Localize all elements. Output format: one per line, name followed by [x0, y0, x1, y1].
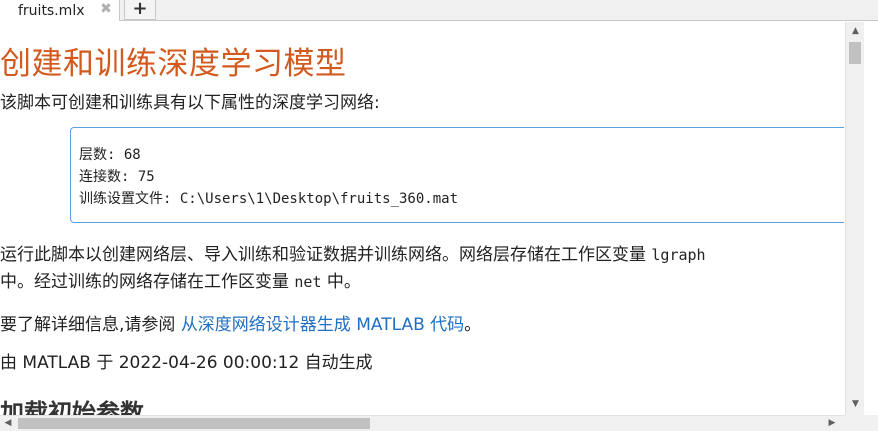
close-icon[interactable]: ✖ [99, 2, 113, 16]
more-info-text: 要了解详细信息,请参阅 从深度网络设计器生成 MATLAB 代码。 [0, 310, 481, 335]
run-text-2: 中。经过训练的网络存储在工作区变量 [0, 272, 295, 292]
connections-count: 连接数: 75 [79, 169, 155, 185]
run-text-3: 中。 [321, 272, 361, 292]
net-variable: net [294, 273, 322, 291]
tab-bar: fruits.mlx ✖ + [0, 0, 878, 21]
run-description-line1: 运行此脚本以创建网络层、导入训练和验证数据并训练网络。网络层存储在工作区变量 l… [0, 240, 706, 265]
generated-stamp: 由 MATLAB 于 2022-04-26 00:00:12 自动生成 [0, 353, 373, 373]
add-tab-button[interactable]: + [124, 0, 156, 20]
scroll-right-arrow-icon[interactable]: ▶ [824, 416, 840, 430]
tab-fruits-mlx[interactable]: fruits.mlx ✖ [0, 0, 120, 21]
generate-code-link[interactable]: 从深度网络设计器生成 MATLAB 代码 [181, 315, 464, 335]
scroll-down-arrow-icon[interactable]: ▼ [846, 397, 865, 411]
layers-count: 层数: 68 [79, 147, 141, 163]
tab-label: fruits.mlx [18, 2, 85, 19]
live-script-document[interactable]: 创建和训练深度学习模型 该脚本可创建和训练具有以下属性的深度学习网络: 层数: … [0, 22, 844, 415]
more-info-suffix: 。 [464, 315, 482, 335]
section-heading: 加载初始参数 [0, 399, 144, 415]
scroll-left-arrow-icon[interactable]: ◀ [0, 416, 16, 430]
intro-text: 该脚本可创建和训练具有以下属性的深度学习网络: [0, 93, 380, 113]
scrollbar-corner [845, 415, 878, 431]
page-title: 创建和训练深度学习模型 [0, 46, 347, 82]
right-margin [864, 22, 878, 415]
properties-box: 层数: 68 连接数: 75 训练设置文件: C:\Users\1\Deskto… [70, 127, 844, 223]
training-settings-file: 训练设置文件: C:\Users\1\Desktop\fruits_360.ma… [79, 191, 459, 207]
vertical-scrollbar[interactable]: ▲ ▼ [845, 22, 864, 415]
horizontal-scroll-thumb[interactable] [18, 418, 370, 429]
horizontal-scrollbar[interactable]: ◀ ▶ [0, 415, 845, 431]
lgraph-variable: lgraph [651, 246, 706, 264]
vertical-scroll-thumb[interactable] [849, 42, 861, 64]
run-text-1: 运行此脚本以创建网络层、导入训练和验证数据并训练网络。网络层存储在工作区变量 [0, 245, 652, 265]
run-description-line2: 中。经过训练的网络存储在工作区变量 net 中。 [0, 267, 361, 292]
more-info-prefix: 要了解详细信息,请参阅 [0, 315, 181, 335]
scroll-up-arrow-icon[interactable]: ▲ [846, 24, 865, 38]
